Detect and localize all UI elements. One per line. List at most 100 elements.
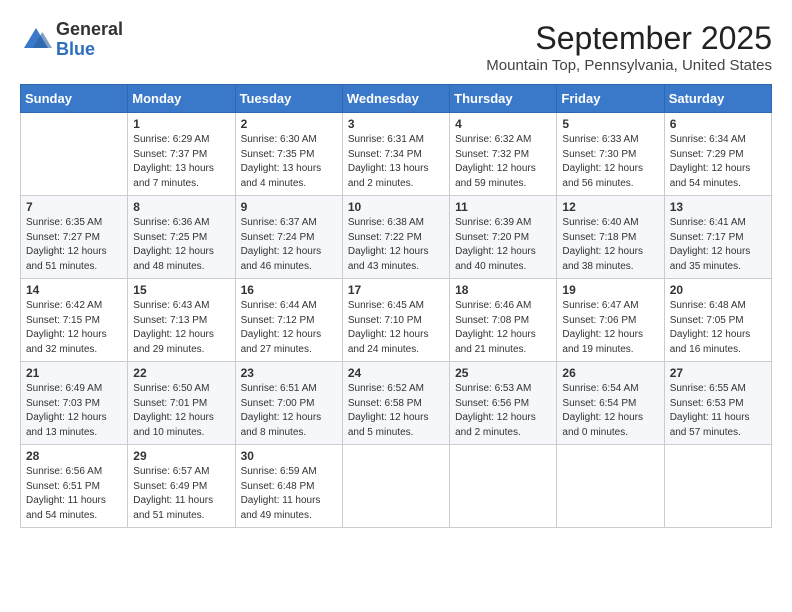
calendar-cell: 21Sunrise: 6:49 AM Sunset: 7:03 PM Dayli…	[21, 362, 128, 445]
logo-icon	[20, 24, 52, 56]
cell-date-number: 20	[670, 283, 766, 297]
cell-date-number: 16	[241, 283, 337, 297]
calendar-cell	[21, 113, 128, 196]
logo-text: General Blue	[56, 20, 123, 60]
cell-info: Sunrise: 6:36 AM Sunset: 7:25 PM Dayligh…	[133, 216, 229, 274]
cell-date-number: 4	[455, 117, 551, 131]
cell-info: Sunrise: 6:42 AM Sunset: 7:15 PM Dayligh…	[26, 299, 122, 357]
location-subtitle: Mountain Top, Pennsylvania, United State…	[486, 57, 772, 74]
cell-info: Sunrise: 6:40 AM Sunset: 7:18 PM Dayligh…	[562, 216, 658, 274]
calendar-cell	[664, 445, 771, 528]
calendar-cell: 7 Sunrise: 6:35 AM Sunset: 7:27 PM Daylig…	[21, 196, 128, 279]
calendar-cell: 6Sunrise: 6:34 AM Sunset: 7:29 PM Daylig…	[664, 113, 771, 196]
calendar-cell: 10 Sunrise: 6:38 AM Sunset: 7:22 PM Dayli…	[342, 196, 449, 279]
cell-date-number: 26	[562, 366, 658, 380]
cell-date-number: 24	[348, 366, 444, 380]
cell-date-number: 6	[670, 117, 766, 131]
day-of-week-header: Wednesday	[342, 85, 449, 113]
cell-date-number: 27	[670, 366, 766, 380]
calendar-cell: 2 Sunrise: 6:30 AM Sunset: 7:35 PM Daylig…	[235, 113, 342, 196]
title-block: September 2025 Mountain Top, Pennsylvani…	[486, 20, 772, 74]
logo: General Blue	[20, 20, 123, 60]
calendar-cell: 13 Sunrise: 6:41 AM Sunset: 7:17 PM Dayli…	[664, 196, 771, 279]
calendar-table: SundayMondayTuesdayWednesdayThursdayFrid…	[20, 84, 772, 528]
calendar-cell: 27 Sunrise: 6:55 AM Sunset: 6:53 PM Dayli…	[664, 362, 771, 445]
day-of-week-header: Tuesday	[235, 85, 342, 113]
cell-date-number: 2	[241, 117, 337, 131]
cell-date-number: 30	[241, 449, 337, 463]
cell-info: Sunrise: 6:35 AM Sunset: 7:27 PM Dayligh…	[26, 216, 122, 274]
calendar-cell: 15Sunrise: 6:43 AM Sunset: 7:13 PM Dayli…	[128, 279, 235, 362]
cell-date-number: 3	[348, 117, 444, 131]
calendar-cell: 28 Sunrise: 6:56 AM Sunset: 6:51 PM Dayli…	[21, 445, 128, 528]
calendar-week-row: 7 Sunrise: 6:35 AM Sunset: 7:27 PM Daylig…	[21, 196, 772, 279]
cell-date-number: 17	[348, 283, 444, 297]
day-of-week-header: Sunday	[21, 85, 128, 113]
calendar-cell: 16 Sunrise: 6:44 AM Sunset: 7:12 PM Dayli…	[235, 279, 342, 362]
cell-info: Sunrise: 6:32 AM Sunset: 7:32 PM Dayligh…	[455, 133, 551, 191]
cell-date-number: 29	[133, 449, 229, 463]
cell-info: Sunrise: 6:30 AM Sunset: 7:35 PM Dayligh…	[241, 133, 337, 191]
calendar-cell: 25Sunrise: 6:53 AM Sunset: 6:56 PM Dayli…	[450, 362, 557, 445]
calendar-cell: 1Sunrise: 6:29 AM Sunset: 7:37 PM Daylig…	[128, 113, 235, 196]
calendar-cell	[557, 445, 664, 528]
cell-info: Sunrise: 6:37 AM Sunset: 7:24 PM Dayligh…	[241, 216, 337, 274]
calendar-cell: 14 Sunrise: 6:42 AM Sunset: 7:15 PM Dayli…	[21, 279, 128, 362]
calendar-cell: 11 Sunrise: 6:39 AM Sunset: 7:20 PM Dayli…	[450, 196, 557, 279]
cell-info: Sunrise: 6:47 AM Sunset: 7:06 PM Dayligh…	[562, 299, 658, 357]
cell-info: Sunrise: 6:55 AM Sunset: 6:53 PM Dayligh…	[670, 382, 766, 440]
cell-info: Sunrise: 6:51 AM Sunset: 7:00 PM Dayligh…	[241, 382, 337, 440]
cell-info: Sunrise: 6:33 AM Sunset: 7:30 PM Dayligh…	[562, 133, 658, 191]
calendar-cell: 22 Sunrise: 6:50 AM Sunset: 7:01 PM Dayli…	[128, 362, 235, 445]
calendar-cell: 12Sunrise: 6:40 AM Sunset: 7:18 PM Dayli…	[557, 196, 664, 279]
calendar-cell: 26 Sunrise: 6:54 AM Sunset: 6:54 PM Dayli…	[557, 362, 664, 445]
month-title: September 2025	[486, 20, 772, 57]
cell-info: Sunrise: 6:52 AM Sunset: 6:58 PM Dayligh…	[348, 382, 444, 440]
calendar-cell: 24 Sunrise: 6:52 AM Sunset: 6:58 PM Dayli…	[342, 362, 449, 445]
cell-info: Sunrise: 6:39 AM Sunset: 7:20 PM Dayligh…	[455, 216, 551, 274]
cell-info: Sunrise: 6:44 AM Sunset: 7:12 PM Dayligh…	[241, 299, 337, 357]
calendar-cell	[342, 445, 449, 528]
cell-date-number: 5	[562, 117, 658, 131]
cell-info: Sunrise: 6:53 AM Sunset: 6:56 PM Dayligh…	[455, 382, 551, 440]
cell-info: Sunrise: 6:54 AM Sunset: 6:54 PM Dayligh…	[562, 382, 658, 440]
calendar-week-row: 1Sunrise: 6:29 AM Sunset: 7:37 PM Daylig…	[21, 113, 772, 196]
calendar-cell: 17 Sunrise: 6:45 AM Sunset: 7:10 PM Dayli…	[342, 279, 449, 362]
cell-date-number: 19	[562, 283, 658, 297]
cell-date-number: 15	[133, 283, 229, 297]
calendar-cell: 18 Sunrise: 6:46 AM Sunset: 7:08 PM Dayli…	[450, 279, 557, 362]
calendar-cell: 3 Sunrise: 6:31 AM Sunset: 7:34 PM Daylig…	[342, 113, 449, 196]
cell-info: Sunrise: 6:31 AM Sunset: 7:34 PM Dayligh…	[348, 133, 444, 191]
cell-date-number: 18	[455, 283, 551, 297]
cell-date-number: 1	[133, 117, 229, 131]
calendar-cell: 23 Sunrise: 6:51 AM Sunset: 7:00 PM Dayli…	[235, 362, 342, 445]
calendar-cell: 4 Sunrise: 6:32 AM Sunset: 7:32 PM Daylig…	[450, 113, 557, 196]
calendar-cell: 19 Sunrise: 6:47 AM Sunset: 7:06 PM Dayli…	[557, 279, 664, 362]
cell-date-number: 23	[241, 366, 337, 380]
cell-info: Sunrise: 6:50 AM Sunset: 7:01 PM Dayligh…	[133, 382, 229, 440]
cell-date-number: 21	[26, 366, 122, 380]
cell-date-number: 13	[670, 200, 766, 214]
cell-date-number: 14	[26, 283, 122, 297]
day-of-week-header: Friday	[557, 85, 664, 113]
cell-date-number: 22	[133, 366, 229, 380]
calendar-cell: 29 Sunrise: 6:57 AM Sunset: 6:49 PM Dayli…	[128, 445, 235, 528]
cell-date-number: 7	[26, 200, 122, 214]
day-of-week-header: Monday	[128, 85, 235, 113]
cell-info: Sunrise: 6:46 AM Sunset: 7:08 PM Dayligh…	[455, 299, 551, 357]
calendar-cell: 5 Sunrise: 6:33 AM Sunset: 7:30 PM Daylig…	[557, 113, 664, 196]
calendar-week-row: 28 Sunrise: 6:56 AM Sunset: 6:51 PM Dayli…	[21, 445, 772, 528]
cell-info: Sunrise: 6:38 AM Sunset: 7:22 PM Dayligh…	[348, 216, 444, 274]
cell-info: Sunrise: 6:57 AM Sunset: 6:49 PM Dayligh…	[133, 465, 229, 523]
cell-date-number: 28	[26, 449, 122, 463]
cell-info: Sunrise: 6:41 AM Sunset: 7:17 PM Dayligh…	[670, 216, 766, 274]
calendar-cell	[450, 445, 557, 528]
page-header: General Blue September 2025 Mountain Top…	[20, 20, 772, 74]
cell-info: Sunrise: 6:45 AM Sunset: 7:10 PM Dayligh…	[348, 299, 444, 357]
cell-date-number: 10	[348, 200, 444, 214]
day-of-week-header: Thursday	[450, 85, 557, 113]
day-of-week-header: Saturday	[664, 85, 771, 113]
cell-date-number: 11	[455, 200, 551, 214]
cell-info: Sunrise: 6:56 AM Sunset: 6:51 PM Dayligh…	[26, 465, 122, 523]
calendar-week-row: 14 Sunrise: 6:42 AM Sunset: 7:15 PM Dayli…	[21, 279, 772, 362]
